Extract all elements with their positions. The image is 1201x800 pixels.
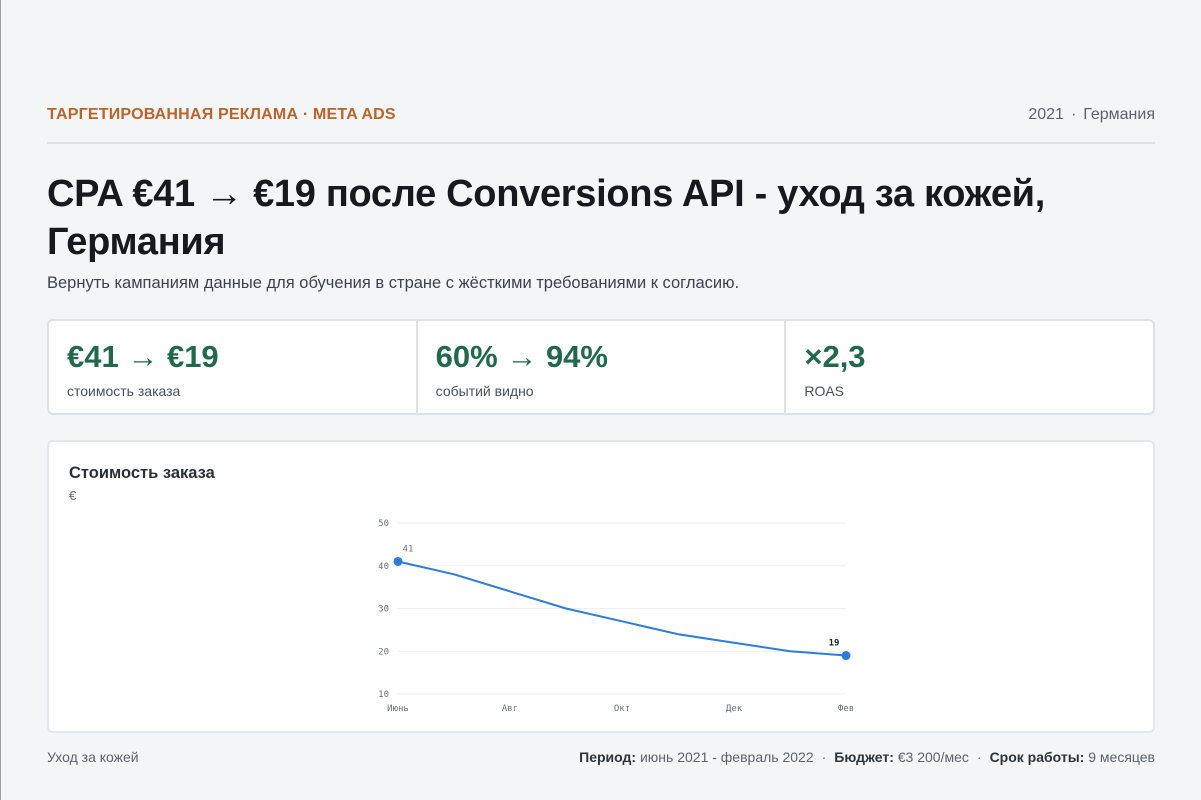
- kpi-label: ROAS: [804, 383, 845, 399]
- category-eyebrow: ТАРГЕТИРОВАННАЯ РЕКЛАМА · META ADS: [47, 106, 396, 123]
- data-point: [841, 651, 851, 661]
- kpi-roas: ×2,3 ROAS: [786, 321, 1153, 413]
- x-tick-label: Авг: [502, 704, 518, 714]
- budget-value: €3 200/мес: [897, 749, 969, 765]
- kpi-events-visible: 60% → 94% событий видно: [418, 321, 787, 413]
- data-label: 41: [403, 544, 414, 554]
- top-bar: ТАРГЕТИРОВАННАЯ РЕКЛАМА · META ADS 2021 ·…: [47, 104, 1155, 144]
- y-tick-label: 30: [378, 605, 389, 615]
- cpa-line-chart: 10 20 30 40 50 Июнь Авг Окт Дек Фев 41 19: [378, 519, 854, 714]
- year-label: 2021: [1028, 106, 1064, 123]
- kpi-value: ×2,3: [804, 339, 866, 374]
- meta-separator: ·: [1070, 106, 1077, 123]
- window-left-border: [0, 0, 1, 800]
- footer-meta: Период: июнь 2021 - февраль 2022 · Бюджет:…: [579, 749, 1155, 765]
- kpi-strip: €41 → €19 стоимость заказа 60% → 94% соб…: [47, 319, 1155, 415]
- y-tick-label: 50: [378, 519, 389, 529]
- y-tick-label: 10: [378, 690, 389, 700]
- page-title: CPA €41 → €19 после Conversions API - ух…: [47, 173, 1045, 263]
- duration-label: Срок работы:: [989, 749, 1085, 765]
- page-subtitle: Вернуть кампаниям данные для обучения в …: [47, 274, 740, 292]
- footer-separator: ·: [821, 749, 827, 765]
- kpi-cost-per-order: €41 → €19 стоимость заказа: [49, 321, 418, 413]
- x-tick-label: Июнь: [387, 704, 409, 714]
- data-point: [393, 556, 403, 566]
- x-tick-label: Фев: [838, 704, 854, 714]
- budget-label: Бюджет:: [834, 749, 894, 765]
- footer-separator: ·: [976, 749, 982, 765]
- period-label: Период:: [579, 749, 637, 765]
- year-country-meta: 2021 · Германия: [1028, 106, 1155, 124]
- period-value: июнь 2021 - февраль 2022: [639, 749, 814, 765]
- footer-category: Уход за кожей: [47, 749, 139, 765]
- chart-card: Стоимость заказа € 10 20 30 40 50 Июнь Авг Окт Д…: [47, 440, 1155, 733]
- x-tick-label: Окт: [614, 704, 630, 714]
- country-label: Германия: [1083, 106, 1155, 123]
- kpi-label: событий видно: [435, 383, 534, 399]
- x-tick-label: Дек: [726, 704, 743, 714]
- y-tick-label: 40: [378, 562, 389, 572]
- y-tick-label: 20: [378, 647, 389, 657]
- kpi-value: 60% → 94%: [435, 339, 608, 374]
- duration-value: 9 месяцев: [1088, 749, 1155, 765]
- kpi-label: стоимость заказа: [67, 383, 181, 399]
- kpi-value: €41 → €19: [67, 339, 219, 374]
- data-label: 19: [829, 639, 840, 649]
